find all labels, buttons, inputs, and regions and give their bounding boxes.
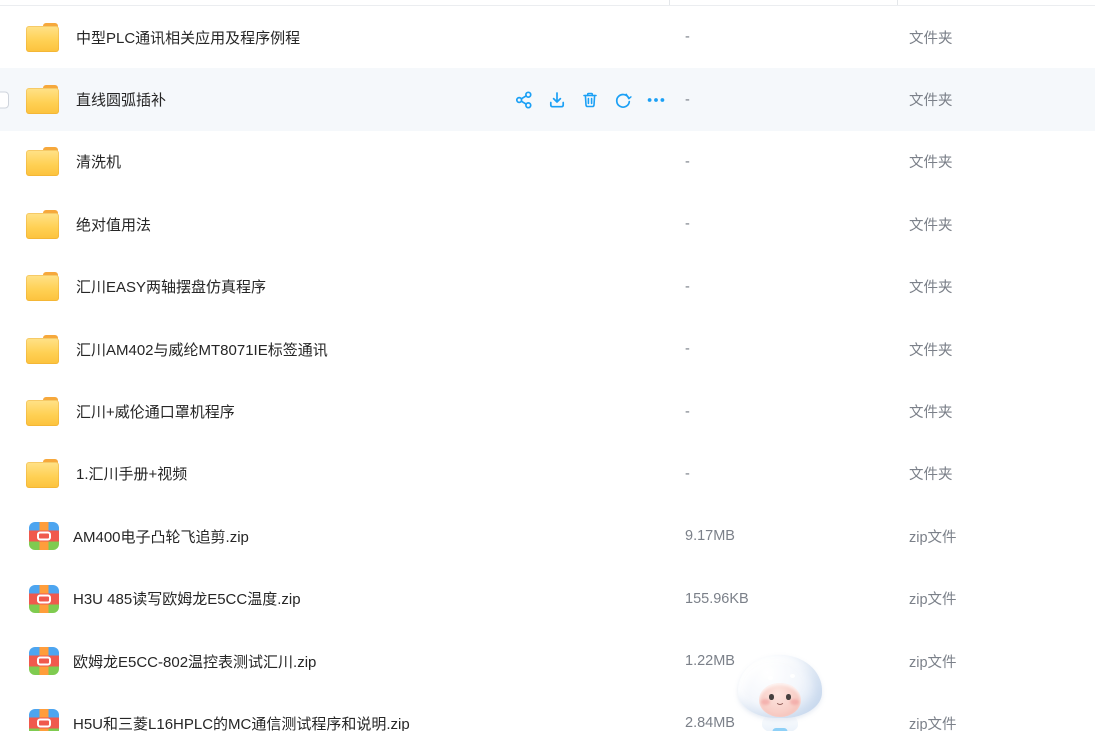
file-size: - xyxy=(669,466,898,482)
folder-icon xyxy=(26,335,59,364)
table-row[interactable]: 中型PLC通讯相关应用及程序例程 - 文件夹 xyxy=(0,6,1095,68)
file-name[interactable]: 汇川EASY两轴摆盘仿真程序 xyxy=(76,276,266,297)
file-size: - xyxy=(669,404,898,420)
file-type: 文件夹 xyxy=(898,89,1095,110)
name-cell: 欧姆龙E5CC-802温控表测试汇川.zip xyxy=(0,647,669,675)
file-name[interactable]: 绝对值用法 xyxy=(76,214,151,235)
table-row[interactable]: 欧姆龙E5CC-802温控表测试汇川.zip 1.22MB zip文件 xyxy=(0,630,1095,692)
row-actions xyxy=(514,90,666,110)
table-row[interactable]: AM400电子凸轮飞追剪.zip 9.17MB zip文件 xyxy=(0,505,1095,567)
name-cell: 1.汇川手册+视频 xyxy=(0,459,669,488)
file-type: zip文件 xyxy=(898,588,1095,609)
file-type: zip文件 xyxy=(898,526,1095,547)
file-type: 文件夹 xyxy=(898,27,1095,48)
file-name[interactable]: 1.汇川手册+视频 xyxy=(76,463,187,484)
file-size: - xyxy=(669,29,898,45)
sync-icon[interactable] xyxy=(613,90,633,110)
file-name[interactable]: H3U 485读写欧姆龙E5CC温度.zip xyxy=(73,588,301,609)
file-name[interactable]: 欧姆龙E5CC-802温控表测试汇川.zip xyxy=(73,651,316,672)
file-type: 文件夹 xyxy=(898,463,1095,484)
file-name[interactable]: H5U和三菱L16HPLC的MC通信测试程序和说明.zip xyxy=(73,713,410,731)
mascot-hood-highlight xyxy=(768,676,773,680)
assistant-mascot[interactable] xyxy=(738,655,822,731)
file-list-screen: 中型PLC通讯相关应用及程序例程 - 文件夹 直线圆弧插补 - 文件夹 xyxy=(0,0,1095,731)
file-name[interactable]: 清洗机 xyxy=(76,151,121,172)
download-icon[interactable] xyxy=(547,90,567,110)
table-row[interactable]: 1.汇川手册+视频 - 文件夹 xyxy=(0,443,1095,505)
name-cell: H3U 485读写欧姆龙E5CC温度.zip xyxy=(0,585,669,613)
zip-archive-icon xyxy=(29,647,59,675)
column-separator xyxy=(669,0,670,5)
file-size: - xyxy=(669,216,898,232)
file-size: 155.96KB xyxy=(669,591,898,607)
file-table: 中型PLC通讯相关应用及程序例程 - 文件夹 直线圆弧插补 - 文件夹 xyxy=(0,6,1095,731)
file-type: 文件夹 xyxy=(898,401,1095,422)
file-name[interactable]: 汇川AM402与威纶MT8071IE标签通讯 xyxy=(76,339,328,360)
mascot-smile xyxy=(776,699,785,705)
mascot-eye xyxy=(769,694,774,700)
table-row[interactable]: 汇川EASY两轴摆盘仿真程序 - 文件夹 xyxy=(0,256,1095,318)
file-size: 9.17MB xyxy=(669,528,898,544)
table-row[interactable]: 直线圆弧插补 - 文件夹 xyxy=(0,68,1095,130)
file-type: zip文件 xyxy=(898,713,1095,731)
mascot-face xyxy=(759,683,801,717)
folder-icon xyxy=(26,85,59,114)
file-name[interactable]: AM400电子凸轮飞追剪.zip xyxy=(73,526,249,547)
mascot-hood-highlight xyxy=(790,674,795,678)
folder-icon xyxy=(26,459,59,488)
name-cell: 清洗机 xyxy=(0,147,669,176)
file-size: - xyxy=(669,92,898,108)
folder-icon xyxy=(26,147,59,176)
name-cell: 绝对值用法 xyxy=(0,210,669,239)
table-row[interactable]: H5U和三菱L16HPLC的MC通信测试程序和说明.zip 2.84MB zip… xyxy=(0,692,1095,731)
table-row[interactable]: 汇川AM402与威纶MT8071IE标签通讯 - 文件夹 xyxy=(0,318,1095,380)
folder-icon xyxy=(26,210,59,239)
file-size: - xyxy=(669,154,898,170)
table-row[interactable]: H3U 485读写欧姆龙E5CC温度.zip 155.96KB zip文件 xyxy=(0,568,1095,630)
folder-icon xyxy=(26,397,59,426)
file-size: - xyxy=(669,341,898,357)
name-cell: 汇川AM402与威纶MT8071IE标签通讯 xyxy=(0,335,669,364)
table-row[interactable]: 清洗机 - 文件夹 xyxy=(0,131,1095,193)
table-row[interactable]: 汇川+威伦通口罩机程序 - 文件夹 xyxy=(0,380,1095,442)
zip-archive-icon xyxy=(29,522,59,550)
file-type: 文件夹 xyxy=(898,151,1095,172)
row-checkbox[interactable] xyxy=(0,91,9,108)
file-type: zip文件 xyxy=(898,651,1095,672)
name-cell: 汇川+威伦通口罩机程序 xyxy=(0,397,669,426)
file-name[interactable]: 中型PLC通讯相关应用及程序例程 xyxy=(76,27,300,48)
share-icon[interactable] xyxy=(514,90,534,110)
file-name[interactable]: 直线圆弧插补 xyxy=(76,89,166,110)
mascot-eye xyxy=(786,694,791,700)
folder-icon xyxy=(26,272,59,301)
more-icon[interactable] xyxy=(646,90,666,110)
file-type: 文件夹 xyxy=(898,276,1095,297)
name-cell: 汇川EASY两轴摆盘仿真程序 xyxy=(0,272,669,301)
name-cell: AM400电子凸轮飞追剪.zip xyxy=(0,522,669,550)
column-separator xyxy=(897,0,898,5)
delete-icon[interactable] xyxy=(580,90,600,110)
file-type: 文件夹 xyxy=(898,214,1095,235)
zip-archive-icon xyxy=(29,709,59,731)
name-cell: H5U和三菱L16HPLC的MC通信测试程序和说明.zip xyxy=(0,709,669,731)
zip-archive-icon xyxy=(29,585,59,613)
mascot-cheek xyxy=(761,699,770,705)
file-size: - xyxy=(669,279,898,295)
table-row[interactable]: 绝对值用法 - 文件夹 xyxy=(0,193,1095,255)
folder-icon xyxy=(26,23,59,52)
file-type: 文件夹 xyxy=(898,339,1095,360)
file-name[interactable]: 汇川+威伦通口罩机程序 xyxy=(76,401,235,422)
name-cell: 中型PLC通讯相关应用及程序例程 xyxy=(0,23,669,52)
mascot-cheek xyxy=(790,699,799,705)
